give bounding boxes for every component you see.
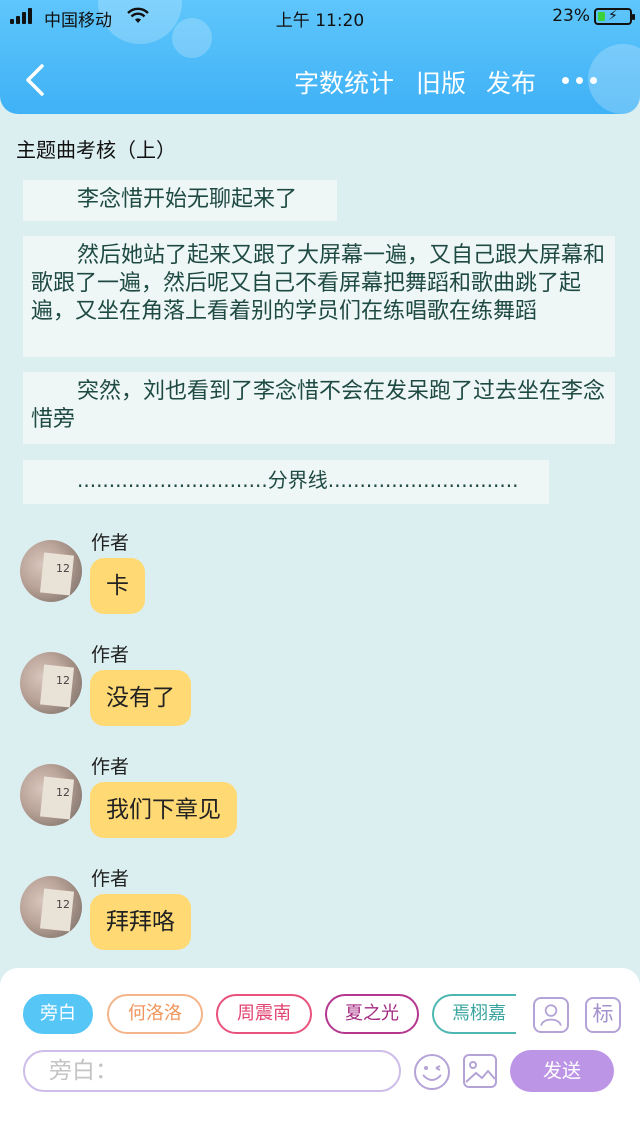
- clock: 上午 11:20: [275, 11, 365, 31]
- avatar[interactable]: 12: [20, 652, 82, 714]
- battery-fill: [598, 12, 605, 21]
- chat-message[interactable]: 12 作者 没有了: [20, 640, 320, 740]
- narration-text: 李念惜开始无聊起来了: [77, 187, 298, 212]
- chevron-left-icon[interactable]: [22, 62, 50, 98]
- role-chip[interactable]: 焉栩嘉: [432, 994, 516, 1034]
- charging-bolt-icon: ⚡: [608, 8, 618, 24]
- author-name: 作者: [91, 868, 130, 890]
- narration-text: 突然，刘也看到了李念惜不会在发呆跑了过去坐在李念惜旁: [31, 379, 606, 432]
- battery-percent: 23%: [552, 6, 590, 26]
- chat-message[interactable]: 12 作者 卡: [20, 528, 320, 628]
- chat-message[interactable]: 12 作者 我们下章见: [20, 752, 320, 852]
- word-count-button[interactable]: 字数统计: [294, 64, 394, 100]
- status-bar: 中国移动 上午 11:20 23% ⚡: [0, 0, 640, 34]
- compose-panel: 旁白 何洛洛 周震南 夏之光 焉栩嘉 标 旁白： 发送: [0, 968, 640, 1138]
- avatar[interactable]: 12: [20, 540, 82, 602]
- narration-block[interactable]: 李念惜开始无聊起来了: [23, 180, 337, 221]
- publish-button[interactable]: 发布: [486, 64, 536, 100]
- divider-block[interactable]: ..............................分界线.......…: [23, 460, 549, 504]
- more-dots-icon[interactable]: [562, 70, 602, 90]
- author-name: 作者: [91, 644, 130, 666]
- chat-message[interactable]: 12 作者 拜拜咯: [20, 864, 320, 964]
- role-chip[interactable]: 何洛洛: [107, 994, 203, 1034]
- narration-text: 然后她站了起来又跟了大屏幕一遍，又自己跟大屏幕和歌跟了一遍，然后呢又自己不看屏幕…: [31, 243, 606, 324]
- emoji-icon[interactable]: [413, 1053, 451, 1091]
- chapter-title: 主题曲考核（上）: [16, 138, 176, 162]
- author-name: 作者: [91, 532, 130, 554]
- narration-block[interactable]: 然后她站了起来又跟了大屏幕一遍，又自己跟大屏幕和歌跟了一遍，然后呢又自己不看屏幕…: [23, 236, 615, 357]
- message-bubble[interactable]: 拜拜咯: [90, 894, 191, 950]
- send-button[interactable]: 发送: [510, 1050, 614, 1092]
- role-manage-icon[interactable]: [533, 997, 569, 1033]
- role-chip[interactable]: 周震南: [216, 994, 312, 1034]
- narration-block[interactable]: 突然，刘也看到了李念惜不会在发呆跑了过去坐在李念惜旁: [23, 372, 615, 444]
- message-bubble[interactable]: 没有了: [90, 670, 191, 726]
- divider-text: ..............................分界线.......…: [77, 468, 519, 492]
- role-chip-narrator[interactable]: 旁白: [23, 994, 93, 1034]
- message-input[interactable]: 旁白：: [23, 1050, 401, 1092]
- author-name: 作者: [91, 756, 130, 778]
- mark-button[interactable]: 标: [585, 997, 621, 1033]
- avatar[interactable]: 12: [20, 876, 82, 938]
- top-header: 中国移动 上午 11:20 23% ⚡ 字数统计 旧版 发布: [0, 0, 640, 114]
- role-chip[interactable]: 夏之光: [325, 994, 419, 1034]
- message-bubble[interactable]: 我们下章见: [90, 782, 237, 838]
- avatar[interactable]: 12: [20, 764, 82, 826]
- battery-icon: ⚡: [594, 8, 635, 25]
- old-version-button[interactable]: 旧版: [416, 64, 466, 100]
- message-bubble[interactable]: 卡: [90, 558, 145, 614]
- image-icon[interactable]: [462, 1053, 498, 1089]
